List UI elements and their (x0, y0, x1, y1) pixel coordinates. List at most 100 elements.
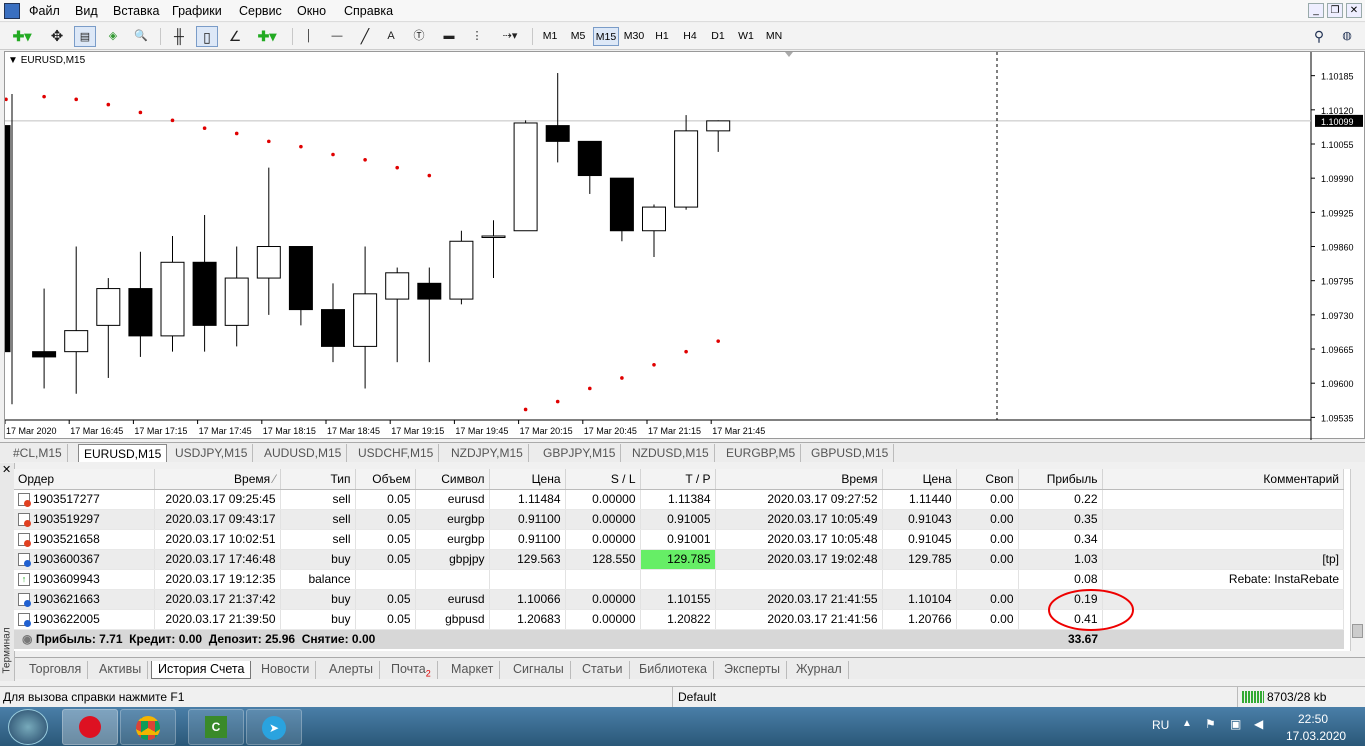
col-profit[interactable]: Прибыль (1018, 469, 1103, 490)
tab-cl[interactable]: #CL,M15 (8, 444, 68, 462)
tf-mn[interactable]: MN (761, 27, 787, 46)
volume-icon[interactable]: ◀ (1254, 717, 1263, 731)
col-close-price[interactable]: Цена (882, 469, 957, 490)
new-chart-icon[interactable]: ✚▾ (6, 26, 38, 47)
tab-exposure[interactable]: Активы (93, 661, 149, 679)
minimize-icon[interactable]: _ (1308, 3, 1324, 18)
chart-window[interactable]: 1.10185 1.10120 1.10055 1.09990 1.09925 1.098… (4, 51, 1365, 440)
table-scrollbar[interactable] (1350, 469, 1364, 651)
col-price[interactable]: Цена (489, 469, 566, 490)
menu-window[interactable]: Окно (297, 4, 326, 18)
tab-nzdusd[interactable]: NZDUSD,M15 (627, 444, 715, 462)
candlestick-icon[interactable]: ▯ (196, 26, 218, 47)
tf-m15[interactable]: M15 (593, 27, 619, 46)
tab-library[interactable]: Библиотека (633, 661, 714, 679)
tf-h1[interactable]: H1 (649, 27, 675, 46)
col-order[interactable]: Ордер (14, 469, 155, 490)
clock-date[interactable]: 17.03.2020 (1286, 729, 1346, 743)
restore-icon[interactable]: ❐ (1327, 3, 1343, 18)
vertical-line-icon[interactable]: │ (300, 26, 318, 47)
col-swap[interactable]: Своп (956, 469, 1019, 490)
tab-eurusd[interactable]: EURUSD,M15 (78, 444, 168, 462)
text-icon[interactable]: A (382, 26, 400, 47)
fibonacci-icon[interactable]: ⋮ (466, 26, 488, 47)
col-symbol[interactable]: Символ (415, 469, 490, 490)
history-row[interactable]: 1903517277 2020.03.17 09:25:45 sell 0.05 eur… (14, 489, 1344, 510)
tab-experts[interactable]: Эксперты (718, 661, 787, 679)
tf-h4[interactable]: H4 (677, 27, 703, 46)
tab-usdjpy[interactable]: USDJPY,M15 (170, 444, 254, 462)
col-type[interactable]: Тип (280, 469, 356, 490)
menu-help[interactable]: Справка (344, 4, 393, 18)
bar-chart-icon[interactable]: ╫ (168, 26, 190, 47)
taskbar-camtasia[interactable]: C (188, 709, 244, 745)
tab-journal[interactable]: Журнал (790, 661, 849, 679)
menu-charts[interactable]: Графики (172, 4, 222, 18)
col-time[interactable]: Время ⁄ (154, 469, 281, 490)
tab-eurgbp[interactable]: EURGBP,M5 (721, 444, 802, 462)
taskbar-chrome[interactable] (120, 709, 176, 745)
tab-nzdjpy[interactable]: NZDJPY,M15 (446, 444, 529, 462)
rectangle-icon[interactable]: ▬ (438, 26, 460, 47)
col-volume[interactable]: Объем (355, 469, 416, 490)
tab-usdchf[interactable]: USDCHF,M15 (353, 444, 440, 462)
col-comment[interactable]: Комментарий (1102, 469, 1344, 490)
indicators-icon[interactable]: ✚▾ (252, 26, 282, 47)
app-icon[interactable] (4, 3, 20, 19)
tab-market[interactable]: Маркет (445, 661, 501, 679)
line-chart-icon[interactable]: ∠ (224, 26, 246, 47)
search-icon[interactable]: ⚲ (1308, 26, 1330, 47)
history-row[interactable]: 1903622005 2020.03.17 21:39:50 buy 0.05 gbpu… (14, 609, 1344, 630)
arrows-icon[interactable]: ⇢▾ (496, 26, 524, 47)
language-indicator[interactable]: RU (1152, 718, 1169, 732)
flag-icon[interactable]: ⚑ (1205, 717, 1216, 731)
history-row[interactable]: ↑ 1903609943 2020.03.17 19:12:35 balance 0.0… (14, 569, 1344, 590)
text-label-icon[interactable]: Ⓣ (408, 26, 430, 47)
history-row[interactable]: 1903521658 2020.03.17 10:02:51 sell 0.05 eur… (14, 529, 1344, 550)
menu-insert[interactable]: Вставка (113, 4, 159, 18)
tab-signals[interactable]: Сигналы (507, 661, 571, 679)
close-icon[interactable]: ✕ (1346, 3, 1362, 18)
tab-audusd[interactable]: AUDUSD,M15 (259, 444, 348, 462)
terminal-close-icon[interactable]: ✕ (2, 463, 11, 476)
tf-m5[interactable]: M5 (565, 27, 591, 46)
history-row[interactable]: 1903600367 2020.03.17 17:46:48 buy 0.05 gbpj… (14, 549, 1344, 570)
tf-m1[interactable]: M1 (537, 27, 563, 46)
scrollbar-thumb[interactable] (1352, 624, 1363, 638)
tab-gbpusd[interactable]: GBPUSD,M15 (806, 444, 895, 462)
col-tp[interactable]: T / P (640, 469, 716, 490)
clock-time[interactable]: 22:50 (1298, 712, 1328, 726)
taskbar-telegram[interactable]: ➤ (246, 709, 302, 745)
menu-file[interactable]: Файл (29, 4, 60, 18)
status-help: Для вызова справки нажмите F1 (3, 690, 185, 704)
tab-account-history[interactable]: История Счета (151, 661, 252, 679)
tf-d1[interactable]: D1 (705, 27, 731, 46)
start-button[interactable] (8, 709, 48, 745)
menu-tools[interactable]: Сервис (239, 4, 282, 18)
tab-articles[interactable]: Статьи (576, 661, 630, 679)
cell-symbol: eurgbp (415, 509, 490, 530)
tab-mailbox[interactable]: Почта2 (385, 661, 438, 679)
col-sl[interactable]: S / L (565, 469, 641, 490)
col-close-time[interactable]: Время (715, 469, 883, 490)
navigator-icon[interactable]: ▤ (74, 26, 96, 47)
horizontal-line-icon[interactable]: — (326, 26, 348, 47)
trendline-icon[interactable]: ╱ (354, 26, 376, 47)
history-row[interactable]: 1903621663 2020.03.17 21:37:42 buy 0.05 euru… (14, 589, 1344, 610)
chat-icon[interactable]: ◍ (1336, 26, 1358, 47)
tab-news[interactable]: Новости (255, 661, 317, 679)
status-bar: Для вызова справки нажмите F1 Default 87… (0, 686, 1365, 707)
tab-trade[interactable]: Торговля (23, 661, 89, 679)
network-icon[interactable]: ▣ (1230, 717, 1241, 731)
market-watch-icon[interactable]: ◈ (102, 26, 124, 47)
menu-view[interactable]: Вид (75, 4, 98, 18)
taskbar-mt4[interactable] (62, 709, 118, 745)
tab-gbpjpy[interactable]: GBPJPY,M15 (538, 444, 622, 462)
crosshair-move-icon[interactable]: ✥ (46, 26, 68, 47)
data-window-icon[interactable]: 🔍 (130, 26, 152, 47)
tf-w1[interactable]: W1 (733, 27, 759, 46)
tab-alerts[interactable]: Алерты (323, 661, 380, 679)
history-row[interactable]: 1903519297 2020.03.17 09:43:17 sell 0.05 eur… (14, 509, 1344, 530)
tray-expand-icon[interactable]: ▲ (1182, 718, 1192, 729)
tf-m30[interactable]: M30 (621, 27, 647, 46)
